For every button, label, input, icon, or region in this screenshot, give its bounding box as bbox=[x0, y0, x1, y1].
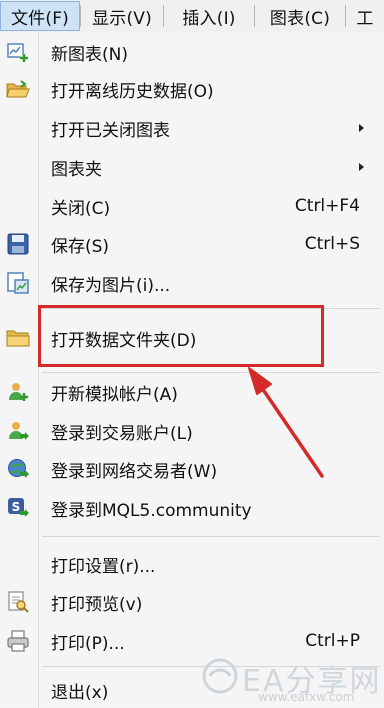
menu-item-label: 打开已关闭图表 bbox=[51, 120, 170, 141]
watermark-logo-icon bbox=[202, 658, 238, 694]
menu-item-label: 保存(S) bbox=[51, 236, 110, 257]
menu-item-label: 开新模拟帐户(A) bbox=[51, 384, 178, 405]
menu-item-label: 保存为图片(i)... bbox=[51, 275, 171, 296]
menu-item-label: 图表夹 bbox=[51, 159, 102, 180]
menu-item-save-as-picture[interactable]: 保存为图片(i)... bbox=[0, 265, 384, 301]
menu-item-label: 关闭(C) bbox=[51, 198, 111, 219]
save-icon bbox=[6, 232, 30, 256]
print-preview-icon bbox=[6, 590, 30, 614]
folder-icon bbox=[6, 326, 30, 350]
menu-item-print-preview[interactable]: 打印预览(v) bbox=[0, 584, 384, 620]
menu-item-label: 打印设置(r)... bbox=[51, 556, 156, 577]
submenu-arrow-icon bbox=[359, 124, 364, 132]
login-account-icon bbox=[6, 419, 30, 443]
menu-charts[interactable]: 图表(C) bbox=[255, 1, 345, 31]
menu-separator bbox=[42, 536, 380, 537]
submenu-arrow-icon bbox=[359, 163, 364, 171]
menu-item-label: 退出(x) bbox=[51, 682, 109, 703]
menu-item-shortcut: Ctrl+F4 bbox=[294, 196, 360, 216]
menu-bar: 文件(F) 显示(V) 插入(I) 图表(C) 工 bbox=[0, 0, 384, 33]
menu-item-login-trade-account[interactable]: 登录到交易账户(L) bbox=[0, 413, 384, 449]
new-chart-icon bbox=[6, 40, 30, 64]
menu-item-close[interactable]: 关闭(C) Ctrl+F4 bbox=[0, 188, 384, 224]
menu-item-label: 新图表(N) bbox=[51, 44, 128, 65]
highlight-annotation-box bbox=[38, 305, 324, 367]
menu-item-open-demo-account[interactable]: 开新模拟帐户(A) bbox=[0, 374, 384, 410]
watermark: EA分享网 www.eafxw.com bbox=[200, 654, 384, 707]
watermark-url: www.eafxw.com bbox=[258, 690, 355, 704]
menu-item-label: 登录到MQL5.community bbox=[51, 500, 252, 521]
open-folder-icon bbox=[6, 77, 30, 101]
menu-item-save[interactable]: 保存(S) Ctrl+S bbox=[0, 226, 384, 262]
menu-item-profiles[interactable]: 图表夹 bbox=[0, 149, 384, 185]
menu-insert[interactable]: 插入(I) bbox=[164, 1, 254, 31]
menu-separator bbox=[42, 372, 380, 373]
new-account-icon bbox=[6, 380, 30, 404]
printer-icon bbox=[6, 629, 30, 653]
menu-item-open-closed-charts[interactable]: 打开已关闭图表 bbox=[0, 110, 384, 146]
menu-item-shortcut: Ctrl+S bbox=[304, 234, 360, 254]
menu-item-login-mql5[interactable]: S 登录到MQL5.community bbox=[0, 490, 384, 526]
menu-item-label: 登录到网络交易者(W) bbox=[51, 461, 218, 482]
web-trader-icon bbox=[6, 457, 30, 481]
menu-item-new-chart[interactable]: 新图表(N) bbox=[0, 34, 384, 70]
menu-item-login-web-trader[interactable]: 登录到网络交易者(W) bbox=[0, 451, 384, 487]
menu-tools[interactable]: 工 bbox=[346, 1, 384, 31]
file-menu-dropdown: 新图表(N) 打开离线历史数据(O) 打开已关闭图表 图表夹 关闭(C) Ctr… bbox=[0, 32, 384, 707]
menu-item-label: 打开离线历史数据(O) bbox=[51, 81, 214, 102]
menu-file[interactable]: 文件(F) bbox=[0, 1, 80, 31]
menu-view[interactable]: 显示(V) bbox=[81, 1, 163, 31]
save-picture-icon bbox=[6, 271, 30, 295]
menu-item-shortcut: Ctrl+P bbox=[305, 631, 360, 651]
menu-item-label: 登录到交易账户(L) bbox=[51, 423, 193, 444]
menu-item-label: 打印(P)... bbox=[51, 633, 125, 654]
menu-item-print-setup[interactable]: 打印设置(r)... bbox=[0, 546, 384, 582]
menu-item-label: 打印预览(v) bbox=[51, 594, 143, 615]
svg-text:S: S bbox=[12, 500, 21, 514]
menu-item-open-offline[interactable]: 打开离线历史数据(O) bbox=[0, 71, 384, 107]
mql5-icon: S bbox=[6, 496, 30, 520]
